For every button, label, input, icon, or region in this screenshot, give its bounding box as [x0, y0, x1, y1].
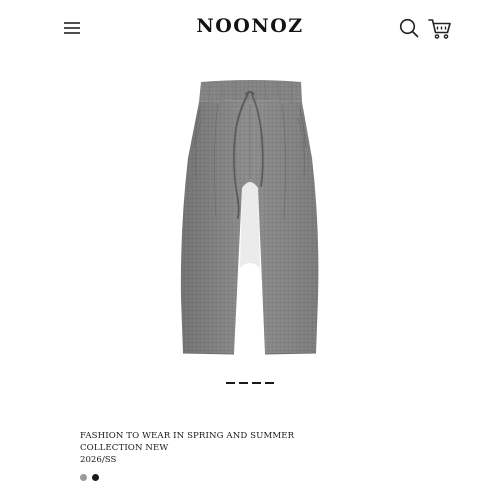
image-carousel-indicator [226, 382, 274, 388]
product-season: 2026/SS [80, 455, 117, 465]
menu-button[interactable] [58, 14, 86, 42]
hamburger-menu-icon [64, 22, 80, 34]
shopping-cart-icon [428, 19, 451, 39]
search-icon [399, 18, 419, 38]
carousel-dot-1[interactable] [226, 382, 235, 384]
product-title[interactable]: FASHION TO WEAR IN SPRING AND SUMMER COL… [80, 430, 440, 454]
product-info: FASHION TO WEAR IN SPRING AND SUMMER COL… [80, 430, 440, 466]
site-header: NOONOZ [0, 0, 500, 56]
search-button[interactable] [395, 14, 423, 42]
swatch-black[interactable] [92, 474, 99, 481]
product-page: NOONOZ FASHION TO WEAR IN SPRING AND SUM… [0, 0, 500, 500]
swatch-grey[interactable] [80, 474, 87, 481]
carousel-dot-4[interactable] [265, 382, 274, 384]
color-swatches [80, 474, 99, 481]
carousel-dot-3[interactable] [252, 382, 261, 384]
grey-trousers-illustration [180, 80, 319, 355]
carousel-dot-2[interactable] [239, 382, 248, 384]
cart-button[interactable] [425, 13, 455, 43]
product-image[interactable] [150, 68, 350, 368]
